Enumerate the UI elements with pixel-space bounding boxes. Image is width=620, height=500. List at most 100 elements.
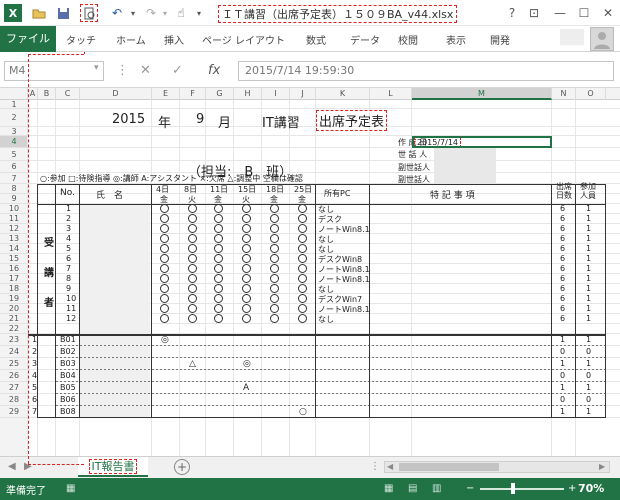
touch-mode-icon[interactable]: ☝ xyxy=(172,4,190,22)
add-sheet-button[interactable]: + xyxy=(174,459,190,475)
zoom-level[interactable]: 70% xyxy=(578,482,604,495)
help-button[interactable]: ? xyxy=(502,3,522,23)
row-header-6[interactable]: 6 xyxy=(0,161,28,173)
ribbon-display-button[interactable]: ⊡ xyxy=(524,3,544,23)
tab-data[interactable]: データ xyxy=(350,32,380,47)
scrollbar-thumb[interactable] xyxy=(399,463,499,471)
normal-view-icon[interactable]: ▦ xyxy=(384,483,393,494)
row-header-7[interactable]: 7 xyxy=(0,173,28,184)
page-break-view-icon[interactable]: ▥ xyxy=(432,483,441,494)
insert-function-icon[interactable]: fx xyxy=(208,63,220,78)
zoom-slider-knob[interactable] xyxy=(511,483,515,494)
row-header-18[interactable]: 18 xyxy=(0,284,28,294)
horizontal-scrollbar[interactable]: ◀ ▶ xyxy=(384,461,610,473)
table-vline-O xyxy=(575,184,576,418)
tab-review[interactable]: 校閲 xyxy=(398,32,418,47)
row-header-14[interactable]: 14 xyxy=(0,244,28,254)
row-header-21[interactable]: 21 xyxy=(0,314,28,324)
learner-attend-7: 6 xyxy=(560,264,566,273)
row-header-10[interactable]: 10 xyxy=(0,204,28,214)
column-header-h[interactable]: H xyxy=(234,88,262,100)
name-box[interactable]: M4 xyxy=(4,61,104,81)
row-header-3[interactable]: 3 xyxy=(0,127,28,136)
row-header-17[interactable]: 17 xyxy=(0,274,28,284)
scroll-right-icon[interactable]: ▶ xyxy=(599,462,605,471)
customize-toolbar-icon[interactable]: ▾ xyxy=(190,4,208,22)
row-header-22[interactable]: 22 xyxy=(0,324,28,334)
undo-dropdown-icon[interactable]: ▾ xyxy=(124,4,142,22)
account-name[interactable] xyxy=(560,29,584,45)
row-header-13[interactable]: 13 xyxy=(0,234,28,244)
row-header-25[interactable]: 25 xyxy=(0,358,28,370)
row-header-23[interactable]: 23 xyxy=(0,334,28,346)
column-header-d[interactable]: D xyxy=(80,88,152,100)
save-icon[interactable] xyxy=(54,4,72,22)
row-header-28[interactable]: 28 xyxy=(0,394,28,406)
tab-split-handle[interactable]: ⋮ xyxy=(370,461,380,472)
row-header-24[interactable]: 24 xyxy=(0,346,28,358)
tab-insert[interactable]: 挿入 xyxy=(164,32,184,47)
row-header-11[interactable]: 11 xyxy=(0,214,28,224)
column-header-a[interactable]: A xyxy=(28,88,38,100)
attend-circle xyxy=(270,244,279,253)
row-header-9[interactable]: 9 xyxy=(0,194,28,204)
column-header-k[interactable]: K xyxy=(316,88,370,100)
tab-developer[interactable]: 開発 xyxy=(490,32,510,47)
row-header-19[interactable]: 19 xyxy=(0,294,28,304)
column-header-c[interactable]: C xyxy=(56,88,80,100)
column-header-i[interactable]: I xyxy=(262,88,290,100)
sheet-tab-it-report[interactable]: IT報告書 xyxy=(78,457,148,477)
row-header-15[interactable]: 15 xyxy=(0,254,28,264)
column-header-g[interactable]: G xyxy=(206,88,234,100)
print-preview-icon[interactable] xyxy=(80,4,98,22)
row-header-1[interactable]: 1 xyxy=(0,100,28,109)
avatar[interactable] xyxy=(590,27,614,51)
maximize-button[interactable]: ☐ xyxy=(574,3,594,23)
name-box-dropdown-icon[interactable]: ▾ xyxy=(94,63,99,73)
row-header-5[interactable]: 5 xyxy=(0,148,28,161)
column-header-f[interactable]: F xyxy=(180,88,206,100)
minimize-button[interactable]: — xyxy=(550,3,570,23)
formula-input[interactable]: 2015/7/14 19:59:30 xyxy=(238,61,614,81)
selected-cell-m4[interactable] xyxy=(412,136,552,148)
row-header-29[interactable]: 29 xyxy=(0,406,28,418)
row-header-2[interactable]: 2 xyxy=(0,109,28,127)
prev-sheet-icon[interactable]: ◀ xyxy=(8,461,16,472)
column-header-o[interactable]: O xyxy=(576,88,606,100)
page-layout-view-icon[interactable]: ▤ xyxy=(408,483,417,494)
row-header-8[interactable]: 8 xyxy=(0,184,28,194)
row-header-27[interactable]: 27 xyxy=(0,382,28,394)
file-tab[interactable]: ファイル xyxy=(0,26,56,52)
tab-formulas[interactable]: 数式 xyxy=(306,32,326,47)
close-button[interactable]: ✕ xyxy=(598,3,618,23)
column-header-b[interactable]: B xyxy=(38,88,56,100)
cancel-icon[interactable]: ✕ xyxy=(140,63,151,78)
zoom-out-button[interactable]: − xyxy=(466,483,474,494)
row-header-12[interactable]: 12 xyxy=(0,224,28,234)
tab-home[interactable]: ホーム xyxy=(116,32,146,47)
tab-page-layout[interactable]: ページ レイアウト xyxy=(202,32,285,47)
select-all-corner[interactable] xyxy=(0,88,28,100)
open-folder-icon[interactable] xyxy=(30,4,48,22)
scroll-left-icon[interactable]: ◀ xyxy=(387,462,393,471)
staff-row-dash xyxy=(56,393,606,394)
enter-icon[interactable]: ✓ xyxy=(172,63,183,78)
learner-join-7: 1 xyxy=(586,264,592,273)
learner-join-12: 1 xyxy=(586,314,592,323)
tab-touch[interactable]: タッチ xyxy=(66,32,96,47)
zoom-in-button[interactable]: + xyxy=(568,483,576,494)
column-header-j[interactable]: J xyxy=(290,88,316,100)
row-header-16[interactable]: 16 xyxy=(0,264,28,274)
column-header-n[interactable]: N xyxy=(552,88,576,100)
macro-record-icon[interactable]: ▦ xyxy=(66,483,75,494)
column-header-m[interactable]: M xyxy=(412,88,552,100)
tab-view[interactable]: 表示 xyxy=(446,32,466,47)
row-header-20[interactable]: 20 xyxy=(0,304,28,314)
row-header-26[interactable]: 26 xyxy=(0,370,28,382)
table-hline-3 xyxy=(38,417,606,418)
column-header-l[interactable]: L xyxy=(370,88,412,100)
row-header-4[interactable]: 4 xyxy=(0,136,28,148)
worksheet-grid[interactable]: ABCDEFGHIJKLMNO 1 2 3 4 5 6 7 8 9 10 11 12 13 14 15 16 1… xyxy=(0,88,620,456)
column-header-e[interactable]: E xyxy=(152,88,180,100)
zoom-slider[interactable] xyxy=(480,488,564,490)
